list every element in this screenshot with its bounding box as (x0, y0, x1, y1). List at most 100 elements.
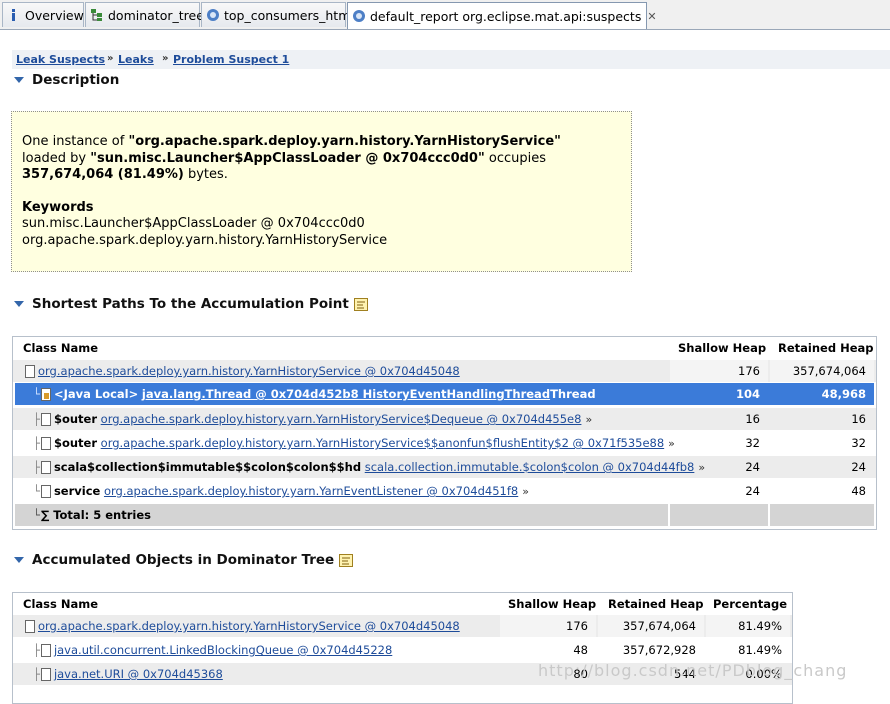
thread-local-icon (40, 387, 51, 401)
retained-heap-value: 16 (851, 412, 866, 426)
table-row[interactable]: ├ $outer org.apache.spark.deploy.history… (13, 432, 876, 454)
section-heading: Accumulated Objects in Dominator Tree (32, 552, 335, 568)
shallow-heap-value: 24 (745, 484, 760, 498)
object-link[interactable]: java.lang.Thread @ 0x704d452b8 HistoryEv… (142, 387, 550, 401)
object-suffix: Thread (550, 387, 596, 401)
breadcrumb: Leak Suspects » Leaks » Problem Suspect … (12, 50, 890, 69)
collapse-triangle-icon[interactable] (14, 77, 24, 83)
tab-dominator-tree[interactable]: dominator_tree (85, 2, 204, 27)
description-line-1: One instance of "org.apache.spark.deploy… (22, 134, 631, 151)
paths-section-title[interactable]: Shortest Paths To the Accumulation Point (14, 296, 368, 312)
total-row: └ ∑ Total: 5 entries (15, 504, 874, 526)
object-icon (40, 412, 51, 426)
dominator-table: Class Name Shallow Heap Retained Heap Pe… (12, 592, 793, 704)
shallow-heap-value: 176 (500, 615, 596, 637)
shallow-heap-value: 176 (670, 360, 768, 382)
reference-field: scala$collection$immutable$$colon$colon$… (53, 460, 362, 474)
retained-heap-value: 48,968 (821, 387, 866, 401)
table-row[interactable]: ├ $outer org.apache.spark.deploy.history… (13, 408, 876, 430)
shallow-heap-value: 32 (745, 436, 760, 450)
column-header-shallow-heap[interactable]: Shallow Heap (678, 337, 773, 359)
object-link[interactable]: org.apache.spark.deploy.history.yarn.Yar… (101, 436, 665, 450)
text: occupies (484, 150, 547, 166)
table-header: Class Name Shallow Heap Retained Heap Pe… (13, 593, 792, 615)
table-row[interactable]: └ service org.apache.spark.deploy.histor… (13, 480, 876, 502)
tab-label: default_report org.eclipse.mat.api:suspe… (370, 8, 642, 24)
keywords-title: Keywords (22, 199, 94, 215)
info-icon (12, 9, 15, 21)
object-link[interactable]: org.apache.spark.deploy.yarn.history.Yar… (38, 619, 460, 633)
report-icon (207, 9, 219, 21)
sigma-icon: ∑ (40, 508, 50, 522)
table-row[interactable]: org.apache.spark.deploy.yarn.history.Yar… (13, 360, 876, 382)
total-retained-cell (770, 504, 874, 526)
column-header-shallow-heap[interactable]: Shallow Heap (508, 593, 598, 615)
collapse-triangle-icon[interactable] (14, 301, 24, 307)
breadcrumb-leak-suspects[interactable]: Leak Suspects (16, 53, 105, 66)
column-header-retained-heap[interactable]: Retained Heap (778, 337, 876, 359)
reference-field: $outer (53, 436, 97, 450)
tab-default-report[interactable]: default_report org.eclipse.mat.api:suspe… (347, 2, 657, 29)
object-icon (25, 619, 35, 633)
tab-label: dominator_tree (108, 7, 204, 23)
retained-heap-value: 357,672,928 (622, 643, 696, 657)
column-header-class-name[interactable]: Class Name (23, 593, 493, 615)
breadcrumb-problem-suspect[interactable]: Problem Suspect 1 (173, 53, 289, 66)
table-row[interactable]: ├ java.util.concurrent.LinkedBlockingQue… (13, 639, 792, 661)
description-line-2: loaded by "sun.misc.Launcher$AppClassLoa… (22, 151, 631, 168)
table-row[interactable]: org.apache.spark.deploy.yarn.history.Yar… (13, 615, 792, 637)
text: loaded by (22, 150, 91, 166)
retained-heap-value: 357,674,064 (598, 615, 704, 637)
object-icon (25, 364, 35, 378)
reference-field: service (53, 484, 101, 498)
reference-type: <Java Local> (53, 387, 139, 401)
dominator-section-title[interactable]: Accumulated Objects in Dominator Tree (14, 552, 354, 568)
object-link[interactable]: org.apache.spark.deploy.history.yarn.Yar… (101, 412, 582, 426)
description-box: One instance of "org.apache.spark.deploy… (11, 111, 632, 272)
description-line-3: 357,674,064 (81.49%) bytes. (22, 167, 631, 184)
table-row[interactable]: ├ scala$collection$immutable$$colon$colo… (13, 456, 876, 478)
tab-label: top_consumers_html (224, 7, 354, 23)
object-link[interactable]: org.apache.spark.deploy.history.yarn.Yar… (104, 484, 518, 498)
section-heading: Shortest Paths To the Accumulation Point (32, 296, 349, 312)
collapse-triangle-icon[interactable] (14, 557, 24, 563)
object-icon (40, 484, 51, 498)
report-icon (353, 10, 365, 22)
close-icon[interactable]: ✕ (647, 10, 656, 23)
shallow-heap-value: 16 (745, 412, 760, 426)
breadcrumb-separator: » (107, 53, 114, 64)
text: One instance of (22, 134, 129, 149)
object-link[interactable]: java.net.URI @ 0x704d45368 (54, 667, 223, 681)
column-header-class-name[interactable]: Class Name (23, 337, 663, 359)
breadcrumb-leaks[interactable]: Leaks (118, 53, 154, 66)
keyword-item: sun.misc.Launcher$AppClassLoader @ 0x704… (22, 216, 365, 231)
keyword-item: org.apache.spark.deploy.yarn.history.Yar… (22, 232, 388, 248)
retained-heap-value: 32 (851, 436, 866, 450)
class-name: "org.apache.spark.deploy.yarn.history.Ya… (128, 134, 561, 149)
tree-icon (91, 9, 102, 21)
tab-overview[interactable]: Overview (2, 2, 84, 27)
shallow-heap-value: 104 (735, 387, 760, 401)
object-link[interactable]: scala.collection.immutable.$colon$colon … (365, 460, 695, 474)
table-row-selected[interactable]: └ <Java Local> java.lang.Thread @ 0x704d… (15, 383, 874, 405)
object-link[interactable]: org.apache.spark.deploy.yarn.history.Yar… (38, 364, 460, 378)
shallow-heap-value: 48 (573, 643, 588, 657)
tab-top-consumers[interactable]: top_consumers_html (201, 2, 354, 27)
total-shallow-cell (670, 504, 768, 526)
column-header-percentage[interactable]: Percentage (713, 593, 792, 615)
retained-heap-value: 48 (851, 484, 866, 498)
open-in-editor-icon[interactable] (339, 553, 354, 567)
description-section-title[interactable]: Description (14, 72, 119, 88)
percentage-value: 81.49% (706, 615, 790, 637)
retained-heap-value: 357,674,064 (770, 360, 874, 382)
total-label: Total: 5 entries (53, 508, 151, 522)
object-link[interactable]: java.util.concurrent.LinkedBlockingQueue… (54, 643, 392, 657)
classloader-name: "sun.misc.Launcher$AppClassLoader @ 0x70… (90, 150, 485, 166)
column-header-retained-heap[interactable]: Retained Heap (608, 593, 708, 615)
editor-tab-bar: Overview dominator_tree top_consumers_ht… (0, 0, 890, 30)
more-icon[interactable]: » (585, 413, 592, 426)
open-in-editor-icon[interactable] (353, 297, 368, 311)
retained-heap-value: 24 (851, 460, 866, 474)
more-icon[interactable]: » (522, 485, 529, 498)
object-icon (40, 460, 51, 474)
